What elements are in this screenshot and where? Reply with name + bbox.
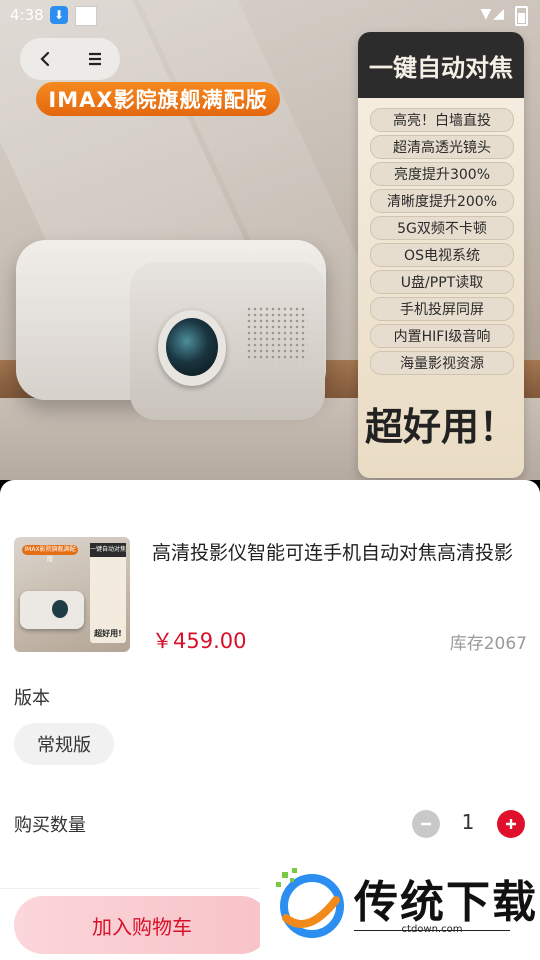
feature-item: 海量影视资源 <box>370 351 514 375</box>
signal-icon: ▼◢ <box>480 6 506 22</box>
speaker-grille <box>246 306 308 362</box>
feature-item: 超清高透光镜头 <box>370 135 514 159</box>
quantity-value[interactable]: 1 <box>456 810 480 834</box>
stock-count: 库存2067 <box>449 634 527 654</box>
projector-lens <box>166 318 218 376</box>
thumb-panel-footer: 超好用! <box>94 629 122 638</box>
feature-panel: 一键自动对焦 高亮！白墙直投 超清高透光镜头 亮度提升300% 清晰度提升200… <box>358 32 524 478</box>
watermark-logo-icon <box>276 868 344 938</box>
product-thumbnail: IMAX影院旗舰满配版 一键自动对焦 超好用! <box>14 537 130 652</box>
feature-item: 清晰度提升200% <box>370 189 514 213</box>
quantity-increase-button[interactable] <box>497 810 525 838</box>
thumb-panel-title: 一键自动对焦 <box>90 543 126 557</box>
version-label: 版本 <box>14 688 50 709</box>
quantity-label: 购买数量 <box>14 815 86 836</box>
nav-capsule <box>20 38 120 80</box>
quantity-decrease-button[interactable] <box>412 810 440 838</box>
menu-button[interactable] <box>70 38 120 80</box>
plus-icon <box>506 819 516 829</box>
product-title: 高清投影仪智能可连手机自动对焦高清投影 <box>152 542 514 564</box>
feature-item: OS电视系统 <box>370 243 514 267</box>
chevron-left-icon <box>40 51 50 67</box>
watermark-brand: 传统下载 <box>354 877 538 928</box>
minus-icon <box>421 822 431 826</box>
feature-item: U盘/PPT读取 <box>370 270 514 294</box>
add-to-cart-button[interactable]: 加入购物车 <box>14 896 270 954</box>
watermark-url: ctdown.com <box>401 924 463 935</box>
notification-thumb-icon <box>75 6 97 26</box>
feature-item: 手机投屏同屏 <box>370 297 514 321</box>
version-option[interactable]: 常规版 <box>14 723 114 765</box>
feature-item: 亮度提升300% <box>370 162 514 186</box>
thumb-badge: IMAX影院旗舰满配版 <box>22 545 78 563</box>
feature-item: 内置HIFI级音响 <box>370 324 514 348</box>
thumb-lens <box>52 600 68 618</box>
promo-badge: IMAX影院旗舰满配版 <box>36 82 280 116</box>
thumb-panel: 一键自动对焦 超好用! <box>90 543 126 643</box>
feature-panel-footer: 超好用！ <box>364 405 517 449</box>
menu-icon <box>89 52 101 66</box>
battery-icon <box>515 6 528 26</box>
feature-item: 5G双频不卡顿 <box>370 216 514 240</box>
status-time: 4:38 <box>10 6 44 24</box>
watermark: 传统下载 ctdown.com <box>260 860 540 960</box>
status-bar: 4:38 ⬇ ▼◢ <box>0 0 540 30</box>
feature-panel-title: 一键自动对焦 <box>358 32 524 98</box>
download-icon: ⬇ <box>50 6 68 24</box>
back-button[interactable] <box>20 38 70 80</box>
product-hero-image: IMAX影院旗舰满配版 一键自动对焦 高亮！白墙直投 超清高透光镜头 亮度提升3… <box>0 0 540 480</box>
feature-item: 高亮！白墙直投 <box>370 108 514 132</box>
product-price: ￥459.00 <box>152 629 247 653</box>
